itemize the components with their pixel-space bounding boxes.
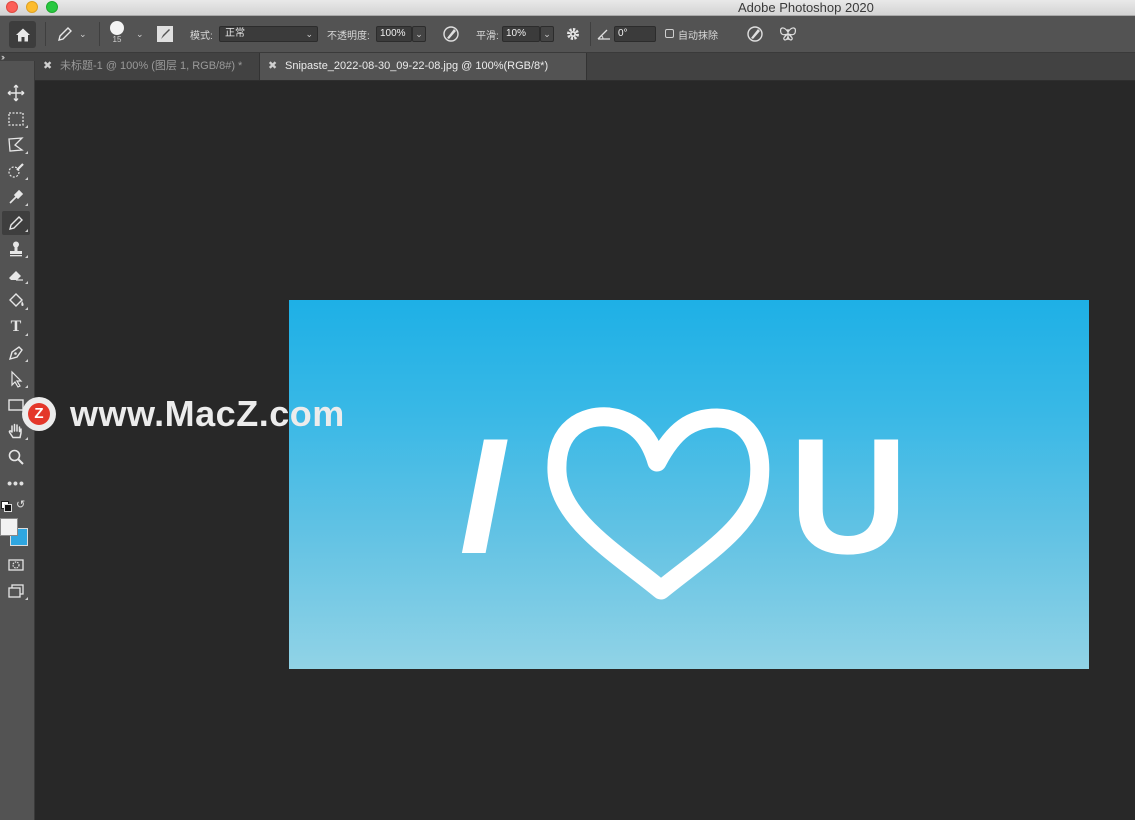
- quick-selection-tool[interactable]: [2, 159, 30, 183]
- zoom-window-button[interactable]: [46, 1, 58, 13]
- home-icon: [15, 28, 30, 41]
- more-tools-button[interactable]: •••: [2, 471, 30, 495]
- paint-bucket-tool[interactable]: [2, 289, 30, 313]
- tab-label: 未标题-1 @ 100% (图层 1, RGB/8#) *: [60, 60, 243, 72]
- mode-value: 正常: [225, 28, 245, 39]
- macz-logo-icon: Z: [22, 397, 56, 431]
- type-icon: T: [10, 318, 22, 335]
- path-selection-tool[interactable]: [2, 367, 30, 391]
- brush-settings-toggle[interactable]: [156, 16, 174, 52]
- tools-panel: T ••• ↺: [0, 61, 35, 820]
- brush-picker-chevron[interactable]: ⌄: [136, 16, 144, 52]
- auto-erase-checkbox[interactable]: [665, 29, 674, 38]
- brush-size: 15: [112, 34, 122, 44]
- foreground-color-swatch[interactable]: [0, 518, 18, 536]
- pen-tool[interactable]: [2, 341, 30, 365]
- eyedropper-tool[interactable]: [2, 185, 30, 209]
- smoothing-dropdown[interactable]: ⌄: [540, 26, 554, 42]
- eyedropper-icon: [9, 189, 24, 204]
- symmetry-button[interactable]: [778, 16, 798, 52]
- heart-shape: [547, 407, 770, 600]
- angle-icon-wrap: [597, 16, 611, 52]
- auto-erase-label: 自动抹除: [678, 30, 718, 42]
- watermark: Z www.MacZ.com: [22, 393, 345, 435]
- eraser-tool[interactable]: [2, 263, 30, 287]
- polygonal-lasso-icon: [8, 137, 24, 152]
- pressure-size-toggle[interactable]: [745, 16, 765, 52]
- letter-i: I: [459, 404, 508, 588]
- smoothing-options-button[interactable]: [564, 16, 582, 52]
- zoom-tool[interactable]: [2, 445, 30, 469]
- quick-mask-icon: [8, 559, 24, 571]
- minimize-window-button[interactable]: [26, 1, 38, 13]
- i-love-u-artwork: I U: [459, 404, 908, 600]
- mode-label: 模式:: [190, 30, 213, 42]
- pencil-icon: [58, 27, 72, 41]
- watermark-text: www.MacZ.com: [70, 393, 345, 434]
- arrow-pointer-icon: [11, 370, 23, 388]
- quick-mask-button[interactable]: [2, 553, 30, 577]
- tab-untitled-1[interactable]: ✖ 未标题-1 @ 100% (图层 1, RGB/8#) *: [35, 53, 260, 80]
- toolbar-collapse-button[interactable]: ››: [0, 53, 36, 62]
- letter-u: U: [789, 404, 908, 588]
- quick-selection-icon: [8, 163, 24, 178]
- swap-colors-button[interactable]: ↺: [16, 500, 25, 511]
- angle-input[interactable]: 0°: [614, 26, 656, 42]
- screen-mode-icon: [8, 584, 24, 598]
- document-canvas[interactable]: I U: [289, 300, 1089, 669]
- stamp-icon: [10, 241, 22, 257]
- pencil-tool[interactable]: [2, 211, 30, 235]
- opacity-label: 不透明度:: [327, 30, 370, 42]
- swap-arrows-icon: ↺: [16, 499, 26, 511]
- paint-bucket-icon: [9, 293, 24, 307]
- screen-mode-button[interactable]: [2, 579, 30, 603]
- options-bar: ⌄ 15 ⌄ 模式: 正常 ⌄ 不透明度: 100% ⌄ 平滑: 10% ⌄ 0…: [0, 16, 1135, 53]
- mode-select[interactable]: 正常 ⌄: [219, 26, 318, 42]
- marquee-icon: [8, 112, 24, 126]
- pressure-size-icon: [747, 26, 763, 42]
- pencil-icon: [9, 216, 23, 230]
- tab-snipaste-image[interactable]: ✖ Snipaste_2022-08-30_09-22-08.jpg @ 100…: [260, 53, 587, 80]
- chevron-down-icon: ⌄: [79, 28, 87, 39]
- default-colors-button[interactable]: [1, 501, 12, 512]
- angle-icon: [597, 29, 610, 40]
- chevron-down-icon: ⌄: [543, 29, 551, 39]
- chevron-down-icon: ⌄: [415, 29, 423, 39]
- type-tool[interactable]: T: [2, 315, 30, 339]
- close-window-button[interactable]: [6, 1, 18, 13]
- pressure-opacity-toggle[interactable]: [441, 16, 461, 52]
- move-icon: [7, 84, 25, 102]
- document-tabs: ✖ 未标题-1 @ 100% (图层 1, RGB/8#) * ✖ Snipas…: [35, 53, 1135, 81]
- marquee-tool[interactable]: [2, 107, 30, 131]
- home-button[interactable]: [9, 21, 36, 48]
- pressure-opacity-icon: [443, 26, 459, 42]
- close-tab-icon[interactable]: ✖: [268, 53, 277, 80]
- lasso-tool[interactable]: [2, 133, 30, 157]
- opacity-input[interactable]: 100%: [376, 26, 412, 42]
- ellipsis-icon: •••: [7, 475, 25, 491]
- chevron-down-icon: ⌄: [136, 28, 144, 39]
- title-bar: Adobe Photoshop 2020: [0, 0, 1135, 16]
- butterfly-icon: [779, 27, 797, 41]
- smoothing-input[interactable]: 10%: [502, 26, 540, 42]
- eraser-icon: [9, 271, 23, 281]
- brush-tip-icon: [110, 20, 124, 35]
- smoothing-label: 平滑:: [476, 30, 499, 42]
- move-tool[interactable]: [2, 81, 30, 105]
- close-tab-icon[interactable]: ✖: [43, 53, 52, 80]
- gear-icon: [567, 28, 579, 40]
- tab-label: Snipaste_2022-08-30_09-22-08.jpg @ 100%(…: [285, 60, 549, 72]
- chevron-down-icon: ⌄: [305, 29, 313, 39]
- pen-icon: [8, 346, 23, 361]
- brush-panel-icon: [157, 26, 173, 42]
- brush-preset-picker[interactable]: 15: [110, 16, 124, 52]
- tool-preset-picker[interactable]: ⌄: [56, 16, 87, 52]
- clone-stamp-tool[interactable]: [2, 237, 30, 261]
- opacity-dropdown[interactable]: ⌄: [412, 26, 426, 42]
- app-title: Adobe Photoshop 2020: [738, 0, 874, 15]
- magnifier-icon: [8, 449, 24, 465]
